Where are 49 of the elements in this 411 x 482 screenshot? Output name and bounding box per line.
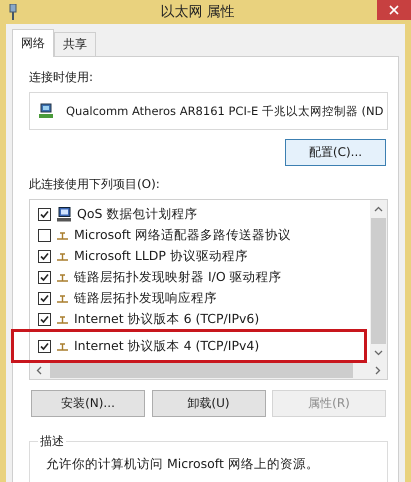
action-button[interactable]: 卸载(U) xyxy=(152,390,266,417)
tab[interactable]: 网络 xyxy=(12,29,54,57)
close-icon xyxy=(389,5,399,15)
connect-using-label: 连接时使用: xyxy=(29,69,94,86)
network-cable-icon xyxy=(8,4,18,20)
protocol-icon xyxy=(56,273,69,282)
checkbox[interactable] xyxy=(38,229,51,242)
item-label: 链路层拓扑发现映射器 I/O 驱动程序 xyxy=(74,269,282,286)
horizontal-scrollbar[interactable] xyxy=(30,362,387,379)
item-label: QoS 数据包计划程序 xyxy=(77,206,198,223)
list-item[interactable]: Internet 协议版本 4 (TCP/IPv4) xyxy=(12,330,366,362)
action-button[interactable]: 安装(N)... xyxy=(31,390,145,417)
description-title: 描述 xyxy=(38,433,66,450)
item-label: Internet 协议版本 4 (TCP/IPv4) xyxy=(74,338,260,354)
protocol-icon xyxy=(56,231,69,240)
protocol-icon xyxy=(56,252,69,261)
list-item[interactable]: Microsoft 网络适配器多路传送器协议 xyxy=(30,225,366,246)
computer-icon xyxy=(56,207,72,222)
network-adapter-icon xyxy=(38,103,54,119)
list-item[interactable]: Microsoft LLDP 协议驱动程序 xyxy=(30,246,366,267)
scroll-down-icon[interactable] xyxy=(374,350,383,356)
item-label: Internet 协议版本 6 (TCP/IPv6) xyxy=(74,311,260,328)
protocol-icon xyxy=(56,294,69,303)
protocol-icon xyxy=(56,315,69,324)
list-item[interactable]: 链路层拓扑发现响应程序 xyxy=(30,288,366,309)
item-label: Microsoft 网络适配器多路传送器协议 xyxy=(74,227,291,244)
list-item[interactable]: Internet 协议版本 6 (TCP/IPv6) xyxy=(30,309,366,330)
checkbox[interactable] xyxy=(38,271,51,284)
checkbox[interactable] xyxy=(38,340,51,352)
protocol-icon xyxy=(56,342,69,350)
configure-button[interactable]: 配置(C)... xyxy=(285,139,386,166)
item-label: 链路层拓扑发现响应程序 xyxy=(74,290,217,307)
scroll-left-icon[interactable] xyxy=(36,366,42,375)
checkbox[interactable] xyxy=(38,250,51,263)
list-item[interactable]: 链路层拓扑发现映射器 I/O 驱动程序 xyxy=(30,267,366,288)
checkbox[interactable] xyxy=(38,292,51,305)
window-title: 以太网 属性 xyxy=(159,3,236,21)
item-label: Microsoft LLDP 协议驱动程序 xyxy=(74,248,248,265)
checkbox[interactable] xyxy=(38,208,51,221)
list-item[interactable]: QoS 数据包计划程序 xyxy=(30,204,366,225)
close-button[interactable] xyxy=(377,0,411,20)
vertical-scrollbar[interactable] xyxy=(370,200,387,362)
adapter-name: Qualcomm Atheros AR8161 PCI-E 千兆以太网控制器 (ND xyxy=(66,104,384,118)
scroll-up-icon[interactable] xyxy=(374,206,383,212)
checkbox[interactable] xyxy=(38,313,51,326)
items-label: 此连接使用下列项目(O): xyxy=(29,176,161,193)
description-text: 允许你的计算机访问 Microsoft 网络上的资源。 xyxy=(46,456,320,473)
scroll-right-icon[interactable] xyxy=(375,366,381,375)
tab[interactable]: 共享 xyxy=(54,32,96,56)
